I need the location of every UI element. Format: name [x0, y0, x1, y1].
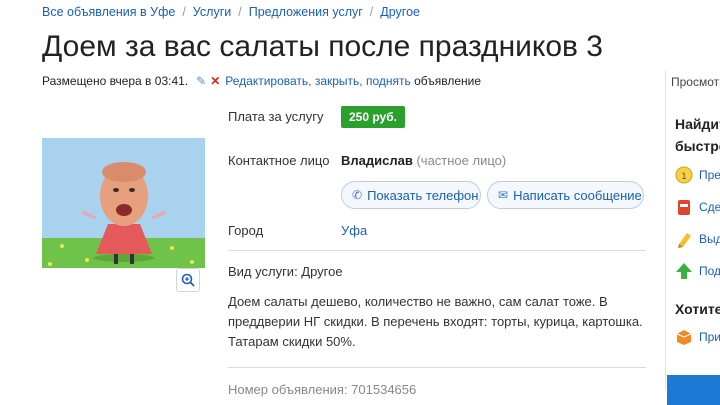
breadcrumb-service-offers[interactable]: Предложения услуг [249, 5, 363, 19]
sidebar-item-raise[interactable]: Под [675, 261, 720, 281]
breadcrumb-services[interactable]: Услуги [193, 5, 231, 19]
ad-photo-image [42, 138, 205, 268]
box-icon [675, 328, 693, 346]
medal-icon: 1 [675, 166, 693, 184]
right-sidebar: Просмотр Найдит быстре 1 Пре Сде Выд Под… [665, 0, 720, 405]
close-icon[interactable]: ✕ [210, 74, 220, 88]
price-label: Плата за услугу [228, 109, 324, 124]
show-phone-button[interactable]: ✆ Показать телефон [341, 181, 481, 209]
posting-meta: Размещено вчера в 03:41. ✎ ✕ Редактировать,… [42, 74, 481, 88]
price-badge: 250 руб. [341, 106, 405, 128]
breadcrumb-separator: / [238, 5, 242, 19]
sidebar-heading-line1: Найдит [675, 116, 720, 132]
sidebar-item-mark[interactable]: Выд [675, 229, 720, 249]
city-label: Город [228, 223, 264, 238]
envelope-icon: ✉ [498, 188, 509, 202]
contact-label: Контактное лицо [228, 153, 330, 168]
contact-name: Владислав [341, 153, 413, 168]
ad-details: Плата за услугу 250 руб. [228, 105, 646, 128]
contact-info: Владислав (частное лицо) [341, 153, 506, 168]
arrow-up-icon [675, 262, 693, 280]
divider [228, 367, 646, 368]
zoom-in-icon[interactable] [176, 268, 200, 292]
marker-icon [675, 230, 693, 248]
pencil-icon[interactable]: ✎ [196, 74, 206, 88]
show-phone-label: Показать телефон [367, 187, 479, 203]
write-message-label: Написать сообщение [513, 187, 642, 203]
sidebar-item-promo[interactable]: 1 Пре [675, 165, 720, 185]
sidebar-border [665, 70, 666, 390]
posted-time: Размещено вчера в 03:41. [42, 74, 189, 88]
breadcrumb-separator: / [182, 5, 186, 19]
write-message-button[interactable]: ✉ Написать сообщение [487, 181, 644, 209]
sidebar-item-more[interactable]: При [675, 327, 720, 347]
breadcrumb: Все объявления в Уфе / Услуги / Предложения … [42, 5, 420, 19]
phone-icon: ✆ [352, 188, 363, 202]
ad-number: Номер объявления: 701534656 [228, 382, 417, 397]
breadcrumb-other[interactable]: Другое [380, 5, 420, 19]
divider [228, 250, 646, 251]
page-title: Доем за вас салаты после праздников 3 [42, 30, 603, 63]
sidebar-views: Просмотр [671, 75, 720, 89]
svg-text:1: 1 [681, 171, 686, 181]
sidebar-heading-line2: быстре [675, 138, 720, 154]
breadcrumb-separator: / [369, 5, 374, 19]
edit-ad-link[interactable]: Редактировать, закрыть, поднять [225, 74, 410, 88]
meta-suffix: объявление [414, 74, 482, 88]
sidebar-action-button[interactable] [667, 375, 720, 405]
sidebar-heading-2: Хотите [675, 301, 720, 317]
contact-type: (частное лицо) [416, 153, 507, 168]
tag-icon [675, 198, 693, 216]
price-row: Плата за услугу 250 руб. [228, 105, 646, 128]
service-type: Вид услуги: Другое [228, 264, 343, 279]
city-link[interactable]: Уфа [341, 223, 367, 238]
ad-photo[interactable] [42, 138, 205, 268]
sidebar-item-highlight[interactable]: Сде [675, 197, 720, 217]
ad-description: Доем салаты дешево, количество не важно,… [228, 294, 643, 349]
breadcrumb-all-ads[interactable]: Все объявления в Уфе [42, 5, 175, 19]
